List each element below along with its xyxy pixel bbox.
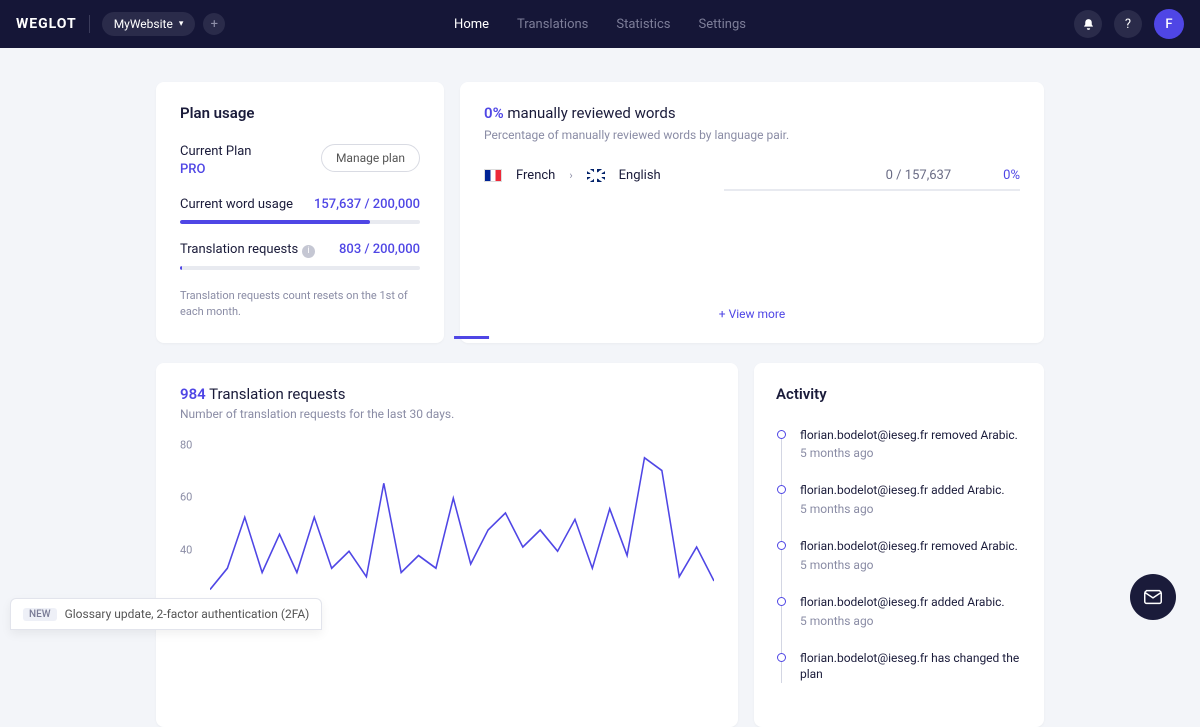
word-usage-label: Current word usage	[180, 197, 293, 212]
activity-card: Activity florian.bodelot@ieseg.fr remove…	[754, 363, 1044, 727]
current-plan-value: PRO	[180, 162, 251, 177]
manage-plan-button[interactable]: Manage plan	[321, 144, 420, 172]
review-pct: 0%	[1003, 168, 1020, 183]
site-selector-label: MyWebsite	[114, 17, 173, 31]
activity-title: Activity	[776, 385, 1022, 403]
new-badge: NEW	[23, 608, 57, 621]
timeline-dot-icon	[777, 485, 786, 494]
y-tick: 60	[180, 491, 192, 504]
flag-en-icon	[587, 169, 605, 182]
y-tick: 80	[180, 438, 192, 451]
brand-logo: WEGLOT	[16, 16, 77, 32]
nav-translations[interactable]: Translations	[517, 0, 588, 339]
timeline-dot-icon	[777, 430, 786, 439]
requests-value: 803 / 200,000	[339, 242, 420, 258]
activity-timeline: florian.bodelot@ieseg.fr removed Arabic.…	[776, 427, 1022, 684]
activity-item: florian.bodelot@ieseg.fr added Arabic. 5 …	[800, 594, 1022, 628]
site-selector[interactable]: MyWebsite ▾	[102, 12, 196, 36]
chevron-down-icon: ▾	[179, 19, 184, 29]
line-chart	[210, 445, 714, 615]
word-usage-bar	[180, 220, 420, 224]
chart-area: 80 60 40 20	[180, 445, 714, 615]
activity-text: florian.bodelot@ieseg.fr removed Arabic.	[800, 538, 1022, 555]
plan-usage-card: Plan usage Current Plan PRO Manage plan …	[156, 82, 444, 343]
activity-time: 5 months ago	[800, 558, 1022, 572]
review-stat: 0 / 157,637	[886, 168, 952, 183]
help-icon[interactable]: ?	[1114, 10, 1142, 38]
topbar-right: ? F	[1074, 9, 1184, 39]
avatar[interactable]: F	[1154, 9, 1184, 39]
review-bar	[724, 189, 1020, 191]
bell-icon[interactable]	[1074, 10, 1102, 38]
timeline-dot-icon	[777, 653, 786, 662]
requests-label: Translation requestsi	[180, 242, 315, 258]
topbar: WEGLOT MyWebsite ▾ + Home Translations S…	[0, 0, 1200, 48]
toast-text: Glossary update, 2-factor authentication…	[65, 607, 310, 621]
timeline-dot-icon	[777, 597, 786, 606]
activity-item: florian.bodelot@ieseg.fr has changed the…	[800, 650, 1022, 684]
activity-text: florian.bodelot@ieseg.fr added Arabic.	[800, 482, 1022, 499]
activity-time: 5 months ago	[800, 446, 1022, 460]
news-toast[interactable]: NEW Glossary update, 2-factor authentica…	[10, 598, 322, 630]
activity-text: florian.bodelot@ieseg.fr has changed the…	[800, 650, 1022, 684]
current-plan-label: Current Plan	[180, 144, 251, 159]
add-site-button[interactable]: +	[203, 13, 225, 35]
requests-bar	[180, 266, 420, 270]
bottom-row: 984 Translation requests Number of trans…	[156, 363, 1044, 727]
activity-text: florian.bodelot@ieseg.fr added Arabic.	[800, 594, 1022, 611]
activity-item: florian.bodelot@ieseg.fr removed Arabic.…	[800, 538, 1022, 572]
info-icon[interactable]: i	[302, 245, 315, 258]
nav-home[interactable]: Home	[454, 0, 489, 339]
divider	[89, 15, 90, 33]
activity-time: 5 months ago	[800, 502, 1022, 516]
support-fab[interactable]	[1130, 574, 1176, 620]
y-tick: 40	[180, 543, 192, 556]
requests-chart-card: 984 Translation requests Number of trans…	[156, 363, 738, 727]
requests-note: Translation requests count resets on the…	[180, 288, 420, 321]
chart-subtitle: Number of translation requests for the l…	[180, 407, 714, 421]
nav-settings[interactable]: Settings	[698, 0, 745, 339]
activity-item: florian.bodelot@ieseg.fr added Arabic. 5 …	[800, 482, 1022, 516]
activity-time: 5 months ago	[800, 614, 1022, 628]
plan-title: Plan usage	[180, 104, 420, 122]
activity-text: florian.bodelot@ieseg.fr removed Arabic.	[800, 427, 1022, 444]
activity-item: florian.bodelot@ieseg.fr removed Arabic.…	[800, 427, 1022, 461]
word-usage-value: 157,637 / 200,000	[314, 197, 420, 212]
chart-title: 984 Translation requests	[180, 385, 714, 403]
timeline-dot-icon	[777, 541, 786, 550]
nav-statistics[interactable]: Statistics	[616, 0, 670, 339]
